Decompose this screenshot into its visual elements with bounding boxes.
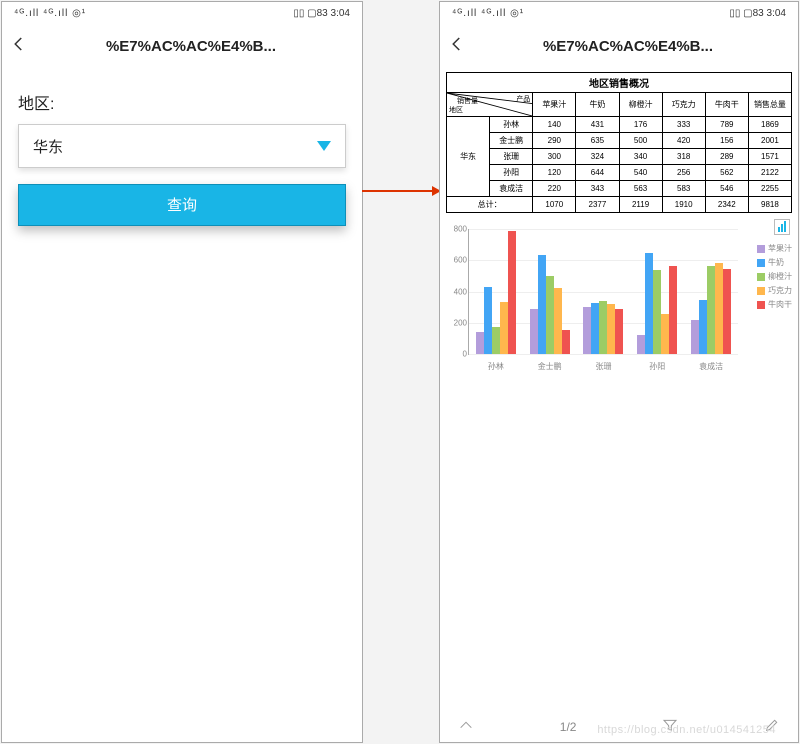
phone-left: ⁴ᴳ.ıll ⁴ᴳ.ıll ◎¹ ▯▯ ▢83 3:04 %E7%AC%AC%E… <box>1 1 363 743</box>
phone-right: ⁴ᴳ.ıll ⁴ᴳ.ıll ◎¹ ▯▯ ▢83 3:04 %E7%AC%AC%E… <box>439 1 799 743</box>
region-select[interactable]: 华东 <box>18 124 346 168</box>
clock: ▯▯ ▢83 3:04 <box>293 8 350 19</box>
query-button[interactable]: 查询 <box>18 184 346 226</box>
title-bar: %E7%AC%AC%E4%B... <box>2 24 362 68</box>
region-label: 地区: <box>18 90 346 114</box>
prev-page-icon[interactable] <box>458 717 474 736</box>
status-bar: ⁴ᴳ.ıll ⁴ᴳ.ıll ◎¹ ▯▯ ▢83 3:04 <box>2 2 362 24</box>
back-button[interactable] <box>448 35 466 58</box>
clock: ▯▯ ▢83 3:04 <box>729 8 786 19</box>
page-indicator: 1/2 <box>560 720 577 734</box>
status-bar: ⁴ᴳ.ıll ⁴ᴳ.ıll ◎¹ ▯▯ ▢83 3:04 <box>440 2 798 24</box>
watermark: https://blog.csdn.net/u014541254 <box>597 724 776 736</box>
chart-toggle-icon[interactable] <box>774 219 790 235</box>
chevron-down-icon <box>317 141 331 151</box>
sales-table: 地区销售概况产品销售量地区苹果汁牛奶柳橙汁巧克力牛肉干销售总量华东孙林14043… <box>446 72 792 213</box>
sales-chart: 0200400600800孙林金士鹏张珊孙阳袁成洁 苹果汁牛奶柳橙汁巧克力牛肉干 <box>446 219 792 379</box>
chart-legend: 苹果汁牛奶柳橙汁巧克力牛肉干 <box>757 243 792 313</box>
signal-icon: ⁴ᴳ.ıll ⁴ᴳ.ıll ◎¹ <box>452 8 524 19</box>
page-title: %E7%AC%AC%E4%B... <box>28 38 354 55</box>
flow-arrow-icon <box>362 190 440 192</box>
back-button[interactable] <box>10 35 28 58</box>
report-area: 地区销售概况产品销售量地区苹果汁牛奶柳橙汁巧克力牛肉干销售总量华东孙林14043… <box>440 68 798 379</box>
title-bar: %E7%AC%AC%E4%B... <box>440 24 798 68</box>
signal-icon: ⁴ᴳ.ıll ⁴ᴳ.ıll ◎¹ <box>14 8 86 19</box>
page-title: %E7%AC%AC%E4%B... <box>466 38 790 55</box>
region-value: 华东 <box>33 136 63 157</box>
